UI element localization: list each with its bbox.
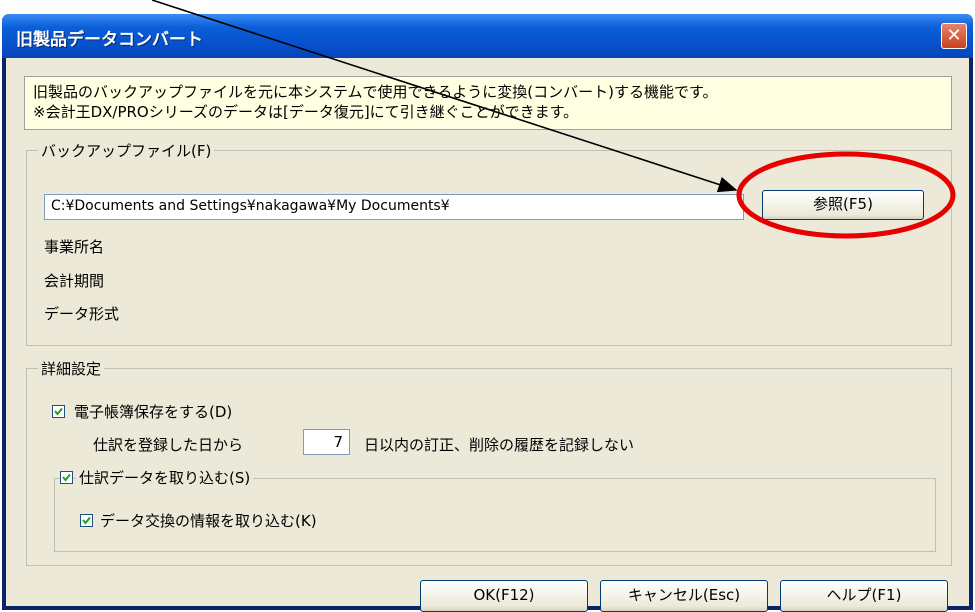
ebook-label[interactable]: 電子帳簿保存をする(D) bbox=[74, 401, 232, 422]
info-line-2: ※会計王DX/PROシリーズのデータは[データ復元]にて引き継ぐことができます。 bbox=[33, 103, 579, 121]
info-message: 旧製品のバックアップファイルを元に本システムで使用できるように変換(コンバート)… bbox=[24, 76, 952, 130]
ok-button[interactable]: OK(F12) bbox=[420, 580, 588, 612]
check-icon bbox=[82, 516, 91, 525]
fiscal-period-label: 会計期間 bbox=[44, 272, 105, 290]
dialog-body: 旧製品のバックアップファイルを元に本システムで使用できるように変換(コンバート)… bbox=[6, 58, 969, 612]
browse-button-label: 参照(F5) bbox=[813, 195, 873, 213]
help-button[interactable]: ヘルプ(F1) bbox=[780, 580, 948, 612]
check-icon bbox=[62, 473, 71, 482]
backup-file-group-label: バックアップファイル(F) bbox=[38, 140, 215, 161]
cancel-button-label: キャンセル(Esc) bbox=[627, 586, 741, 604]
browse-button[interactable]: 参照(F5) bbox=[762, 190, 924, 220]
cancel-button[interactable]: キャンセル(Esc) bbox=[600, 580, 768, 612]
data-format-label: データ形式 bbox=[44, 305, 120, 323]
window-title: 旧製品データコンバート bbox=[16, 30, 203, 50]
backup-file-group bbox=[26, 150, 952, 346]
import-journal-checkbox[interactable] bbox=[60, 471, 73, 484]
import-exchange-checkbox[interactable] bbox=[80, 514, 93, 527]
ok-button-label: OK(F12) bbox=[473, 586, 535, 604]
title-bar[interactable]: 旧製品データコンバート ✕ bbox=[2, 14, 973, 58]
import-exchange-label[interactable]: データ交換の情報を取り込む(K) bbox=[100, 510, 317, 531]
info-line-1: 旧製品のバックアップファイルを元に本システムで使用できるように変換(コンバート)… bbox=[33, 83, 718, 101]
company-name-label: 事業所名 bbox=[44, 238, 105, 256]
convert-dialog: 旧製品データコンバート ✕ 旧製品のバックアップファイルを元に本システムで使用で… bbox=[2, 14, 973, 612]
details-group-label: 詳細設定 bbox=[38, 358, 105, 379]
backup-path-field[interactable]: C:¥Documents and Settings¥nakagawa¥My Do… bbox=[44, 194, 744, 220]
check-icon bbox=[54, 407, 63, 416]
ebook-checkbox[interactable] bbox=[52, 405, 65, 418]
days-prefix-label: 仕訳を登録した日から bbox=[93, 436, 244, 454]
days-suffix-label: 日以内の訂正、削除の履歴を記録しない bbox=[364, 436, 635, 454]
close-icon: ✕ bbox=[946, 25, 962, 46]
days-input[interactable]: 7 bbox=[303, 429, 350, 455]
import-journal-label[interactable]: 仕訳データを取り込む(S) bbox=[76, 467, 254, 488]
close-button[interactable]: ✕ bbox=[941, 23, 967, 49]
help-button-label: ヘルプ(F1) bbox=[826, 586, 902, 604]
